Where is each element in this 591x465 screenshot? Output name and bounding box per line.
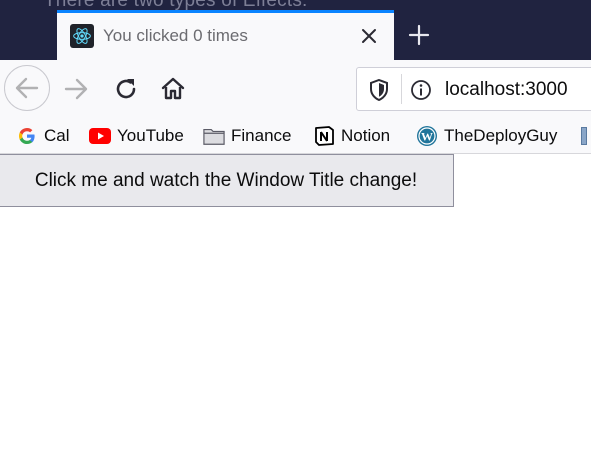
- bookmark-notion[interactable]: Notion: [313, 123, 390, 149]
- active-tab[interactable]: You clicked 0 times: [57, 10, 394, 60]
- bookmarks-toolbar: Cal YouTube Finance Notion W TheDeployGu…: [0, 118, 591, 154]
- wordpress-icon: W: [416, 125, 438, 147]
- folder-icon: [203, 125, 225, 147]
- reload-icon: [116, 79, 136, 99]
- bookmark-cal[interactable]: Cal: [16, 123, 70, 149]
- reload-button[interactable]: [108, 71, 144, 107]
- forward-button[interactable]: [58, 71, 94, 107]
- bookmark-label: Cal: [44, 126, 70, 145]
- tab-title: You clicked 0 times: [103, 26, 248, 45]
- youtube-icon: [89, 125, 111, 147]
- svg-text:W: W: [421, 130, 433, 144]
- bookmark-label: Notion: [341, 126, 391, 145]
- bookmark-overflow-icon: [581, 127, 587, 145]
- address-bar[interactable]: localhost:3000: [356, 67, 591, 111]
- home-icon: [161, 77, 185, 100]
- close-icon[interactable]: [355, 22, 383, 50]
- page-content: Click me and watch the Window Title chan…: [0, 154, 591, 465]
- info-icon[interactable]: [409, 78, 433, 102]
- notion-icon: [313, 125, 335, 147]
- bookmark-label: TheDeployGuy: [444, 126, 558, 145]
- bookmark-overflow[interactable]: [581, 123, 591, 149]
- bookmark-thedeployguy[interactable]: W TheDeployGuy: [416, 123, 557, 149]
- bookmark-label: Finance: [231, 126, 292, 145]
- arrow-left-icon: [15, 77, 39, 99]
- arrow-right-icon: [64, 78, 88, 100]
- react-logo-icon: [70, 24, 94, 48]
- google-icon: [16, 125, 38, 147]
- navigation-toolbar: localhost:3000: [0, 60, 591, 118]
- shield-icon[interactable]: [367, 78, 391, 102]
- plus-icon[interactable]: [404, 20, 434, 50]
- url-divider: [401, 74, 402, 104]
- change-title-button[interactable]: Click me and watch the Window Title chan…: [0, 154, 454, 207]
- tab-strip: There are two types of Effects: You clic…: [0, 0, 591, 60]
- url-text[interactable]: localhost:3000: [445, 79, 568, 101]
- back-button[interactable]: [4, 65, 50, 111]
- bookmark-youtube[interactable]: YouTube: [89, 123, 184, 149]
- bookmark-label: YouTube: [117, 126, 184, 145]
- home-button[interactable]: [155, 71, 191, 107]
- bookmark-finance[interactable]: Finance: [203, 123, 291, 149]
